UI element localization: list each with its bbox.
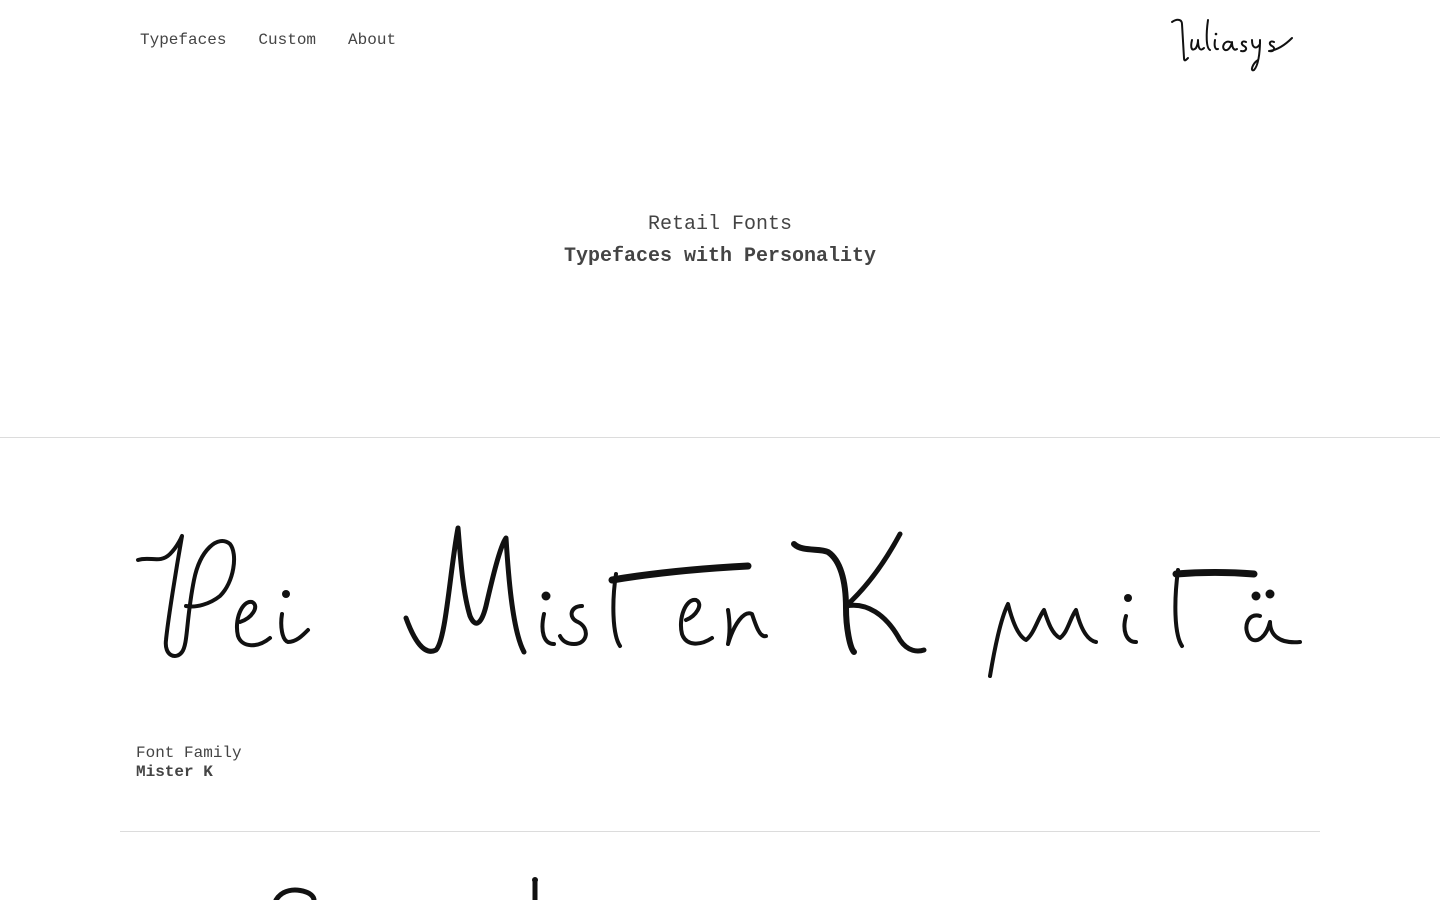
next-font-specimen[interactable]	[260, 872, 580, 900]
main-nav: Typefaces Custom About	[140, 31, 396, 49]
nav-link-custom[interactable]: Custom	[258, 31, 316, 49]
font-divider	[120, 831, 1320, 832]
font-family-label: Font Family	[136, 744, 242, 762]
font-specimen[interactable]	[130, 510, 1310, 695]
section-divider	[0, 437, 1440, 438]
font-family-name[interactable]: Mister K	[136, 763, 213, 781]
hero-subtitle: Retail Fonts	[647, 213, 793, 236]
nav-link-typefaces[interactable]: Typefaces	[140, 31, 226, 49]
hero-title: Typefaces with Personality	[563, 245, 877, 268]
nav-link-about[interactable]: About	[348, 31, 396, 49]
brand-logo[interactable]	[1168, 14, 1300, 76]
